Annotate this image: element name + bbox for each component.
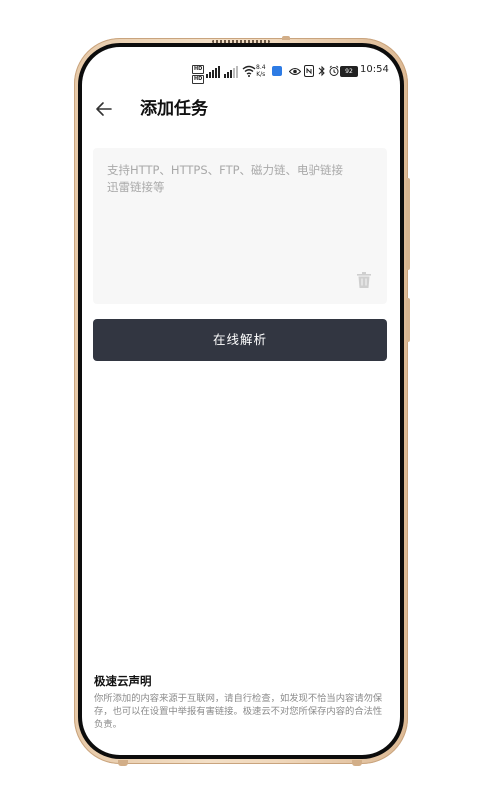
eye-comfort-icon	[289, 67, 301, 76]
net-speed-unit: K/s	[256, 71, 266, 78]
battery-level: 92	[345, 68, 353, 75]
phone-power-button	[406, 178, 410, 270]
phone-top-knob	[282, 36, 290, 40]
parse-online-button[interactable]: 在线解析	[93, 319, 387, 361]
bluetooth-icon	[318, 65, 325, 77]
trash-icon[interactable]	[357, 272, 371, 288]
phone-speaker	[212, 40, 270, 43]
phone-volume-button	[406, 298, 410, 342]
net-speed: 8.4 K/s	[256, 64, 266, 78]
disclaimer-title: 极速云声明	[94, 674, 152, 688]
hd-badge-bottom: HD	[192, 75, 204, 84]
disclaimer-body: 你所添加的内容来源于互联网，请自行检查，如发现不恰当内容请勿保存，也可以在设置中…	[94, 693, 383, 730]
cell-signal-icon	[206, 66, 220, 78]
status-time: 10:54	[360, 64, 389, 75]
battery-icon: 92	[340, 66, 358, 77]
hd-badge: HD HD	[192, 65, 204, 85]
alarm-icon	[329, 65, 339, 76]
page-title: 添加任务	[140, 99, 208, 119]
notification-app-icon	[272, 66, 282, 76]
link-input-placeholder: 支持HTTP、HTTPS、FTP、磁力链、电驴链接 迅雷链接等	[107, 163, 344, 194]
stage: HD HD 8.4 K/s 92 10:54 添加任务 支持HTTP、HTTPS…	[0, 0, 480, 800]
nfc-icon	[304, 65, 314, 77]
back-arrow-icon[interactable]	[92, 97, 116, 121]
phone-bottom-knob-left	[118, 760, 128, 766]
net-speed-value: 8.4	[256, 64, 266, 71]
hd-badge-top: HD	[192, 65, 204, 74]
wifi-icon	[242, 65, 256, 77]
status-bar: HD HD 8.4 K/s 92 10:54	[82, 63, 400, 85]
phone-bottom-knob-right	[352, 760, 362, 766]
phone-screen: HD HD 8.4 K/s 92 10:54 添加任务 支持HTTP、HTTPS…	[82, 47, 400, 755]
link-input[interactable]: 支持HTTP、HTTPS、FTP、磁力链、电驴链接 迅雷链接等	[93, 148, 387, 304]
cell-signal-icon-2	[224, 66, 238, 78]
